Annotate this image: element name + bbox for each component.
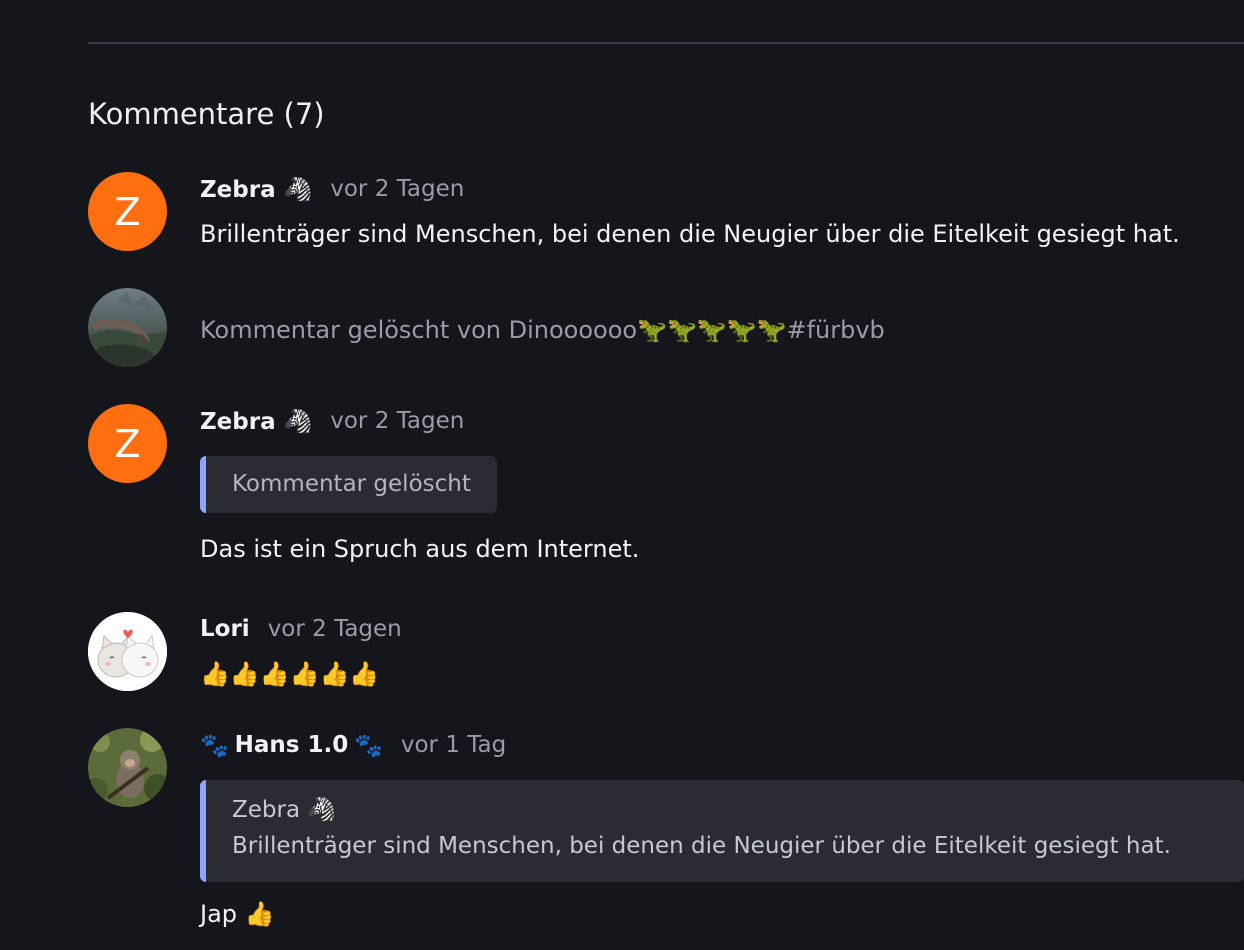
dinosaur-photo-avatar-icon: [88, 288, 167, 367]
paw-icon: 🐾: [200, 732, 229, 759]
quoted-comment-author: Zebra 🦓: [232, 797, 337, 823]
avatar[interactable]: [88, 728, 167, 807]
avatar[interactable]: Z: [88, 172, 167, 251]
comment-text: 👍👍👍👍👍👍: [200, 660, 380, 688]
avatar[interactable]: Z: [88, 404, 167, 483]
cats-avatar-icon: [88, 612, 167, 691]
avatar[interactable]: [88, 612, 167, 691]
comment-author[interactable]: Hans 1.0: [235, 732, 349, 758]
quoted-comment[interactable]: Zebra 🦓 Brillenträger sind Menschen, bei…: [200, 780, 1244, 882]
comment-text: Das ist ein Spruch aus dem Internet.: [200, 535, 640, 563]
comment-timestamp: vor 1 Tag: [400, 732, 507, 758]
section-divider: [88, 42, 1244, 44]
quoted-comment-text: Brillenträger sind Menschen, bei denen d…: [232, 833, 1171, 859]
monkey-photo-avatar-icon: [88, 728, 167, 807]
comment-author[interactable]: Lori: [200, 616, 250, 642]
comment-text: Jap 👍: [200, 900, 275, 928]
avatar[interactable]: [88, 288, 167, 367]
paw-icon: 🐾: [354, 732, 383, 759]
comment-author[interactable]: Zebra 🦓: [200, 408, 312, 435]
comments-heading: Kommentare (7): [88, 97, 325, 131]
quoted-comment-text: Kommentar gelöscht: [232, 471, 471, 497]
comment-timestamp: vor 2 Tagen: [330, 176, 465, 202]
quoted-comment[interactable]: Kommentar gelöscht: [200, 456, 497, 513]
comment-text: Brillenträger sind Menschen, bei denen d…: [200, 220, 1180, 248]
comments-page: Kommentare (7) Z Zebra 🦓 vor 2 Tagen Bri…: [0, 0, 1244, 950]
deleted-comment-notice: Kommentar gelöscht von Dinoooooo🦖🦖🦖🦖🦖#fü…: [200, 316, 885, 344]
comment-timestamp: vor 2 Tagen: [267, 616, 402, 642]
comment-timestamp: vor 2 Tagen: [330, 408, 465, 434]
comment-author[interactable]: Zebra 🦓: [200, 176, 312, 203]
